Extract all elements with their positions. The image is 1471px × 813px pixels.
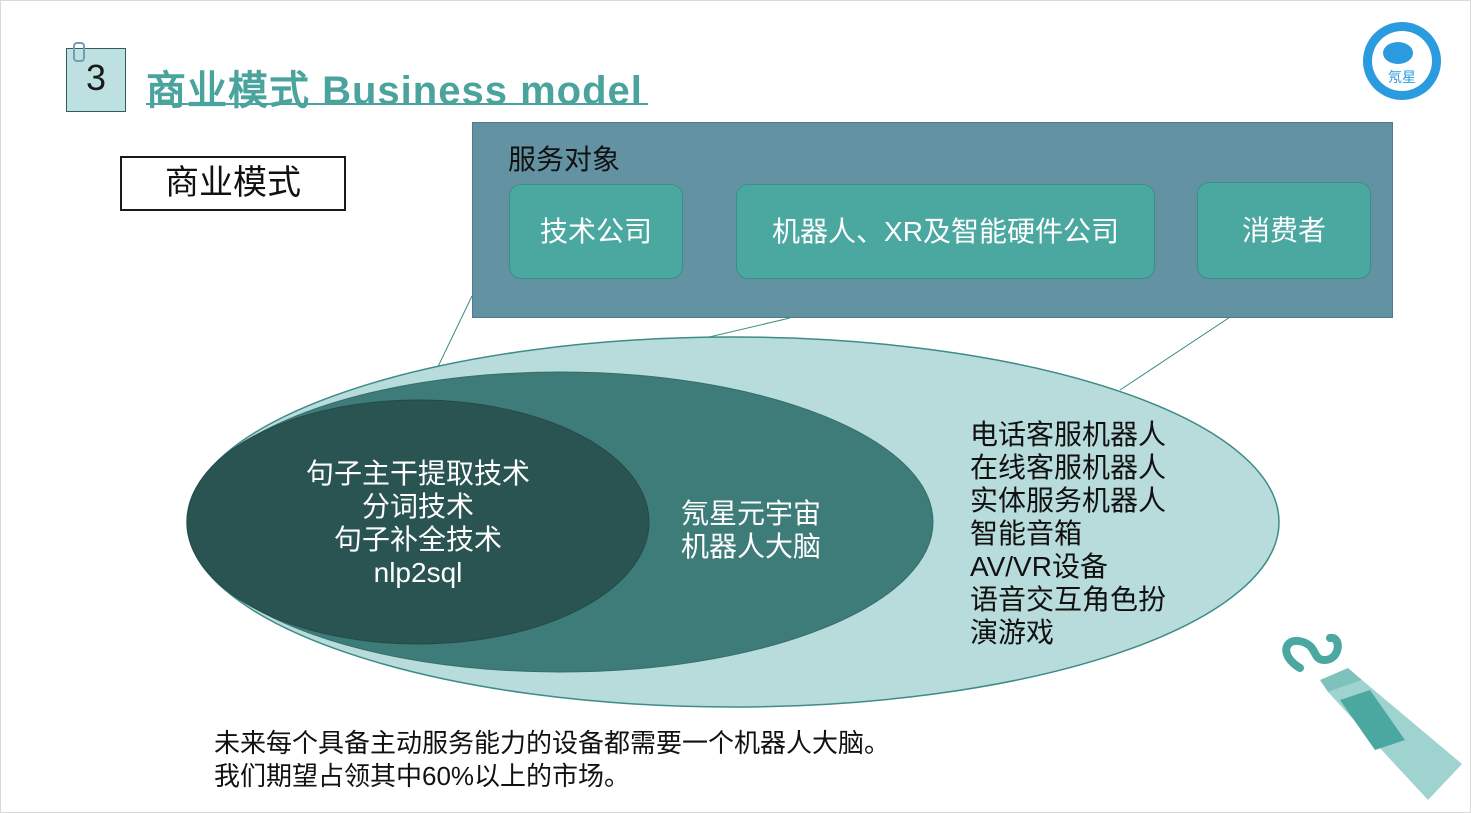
application-item: 在线客服机器人 — [970, 452, 1167, 483]
core-technologies: 句子主干提取技术 分词技术 句子补全技术 nlp2sql — [298, 457, 538, 589]
application-item: 演游戏 — [970, 617, 1055, 648]
target-robot-xr-hardware-companies: 机器人、XR及智能硬件公司 — [736, 184, 1155, 279]
service-targets-title: 服务对象 — [508, 144, 621, 175]
application-item: 电话客服机器人 — [970, 419, 1167, 450]
core-tech-item: nlp2sql — [373, 557, 463, 588]
application-item: 智能音箱 — [970, 518, 1083, 549]
robot-brain-layer: 氖星元宇宙 机器人大脑 — [676, 497, 826, 563]
pen-decoration-icon — [1282, 634, 1462, 800]
middle-layer-item: 氖星元宇宙 — [680, 498, 821, 529]
core-tech-item: 句子主干提取技术 — [305, 458, 530, 489]
applications-list: 电话客服机器人 在线客服机器人 实体服务机器人 智能音箱 AV/VR设备 语音交… — [970, 418, 1166, 649]
market-statement-line: 我们期望占领其中60%以上的市场。 — [214, 761, 631, 791]
application-item: 语音交互角色扮 — [970, 584, 1167, 615]
core-tech-item: 分词技术 — [361, 491, 474, 522]
target-tech-companies: 技术公司 — [509, 184, 683, 279]
core-tech-item: 句子补全技术 — [333, 524, 502, 555]
middle-layer-item: 机器人大脑 — [680, 531, 821, 562]
application-item: 实体服务机器人 — [970, 485, 1167, 516]
market-statement-line: 未来每个具备主动服务能力的设备都需要一个机器人大脑。 — [214, 728, 891, 758]
application-item: AV/VR设备 — [970, 551, 1108, 582]
target-consumers: 消费者 — [1197, 182, 1371, 279]
market-statement: 未来每个具备主动服务能力的设备都需要一个机器人大脑。 我们期望占领其中60%以上… — [214, 727, 890, 793]
